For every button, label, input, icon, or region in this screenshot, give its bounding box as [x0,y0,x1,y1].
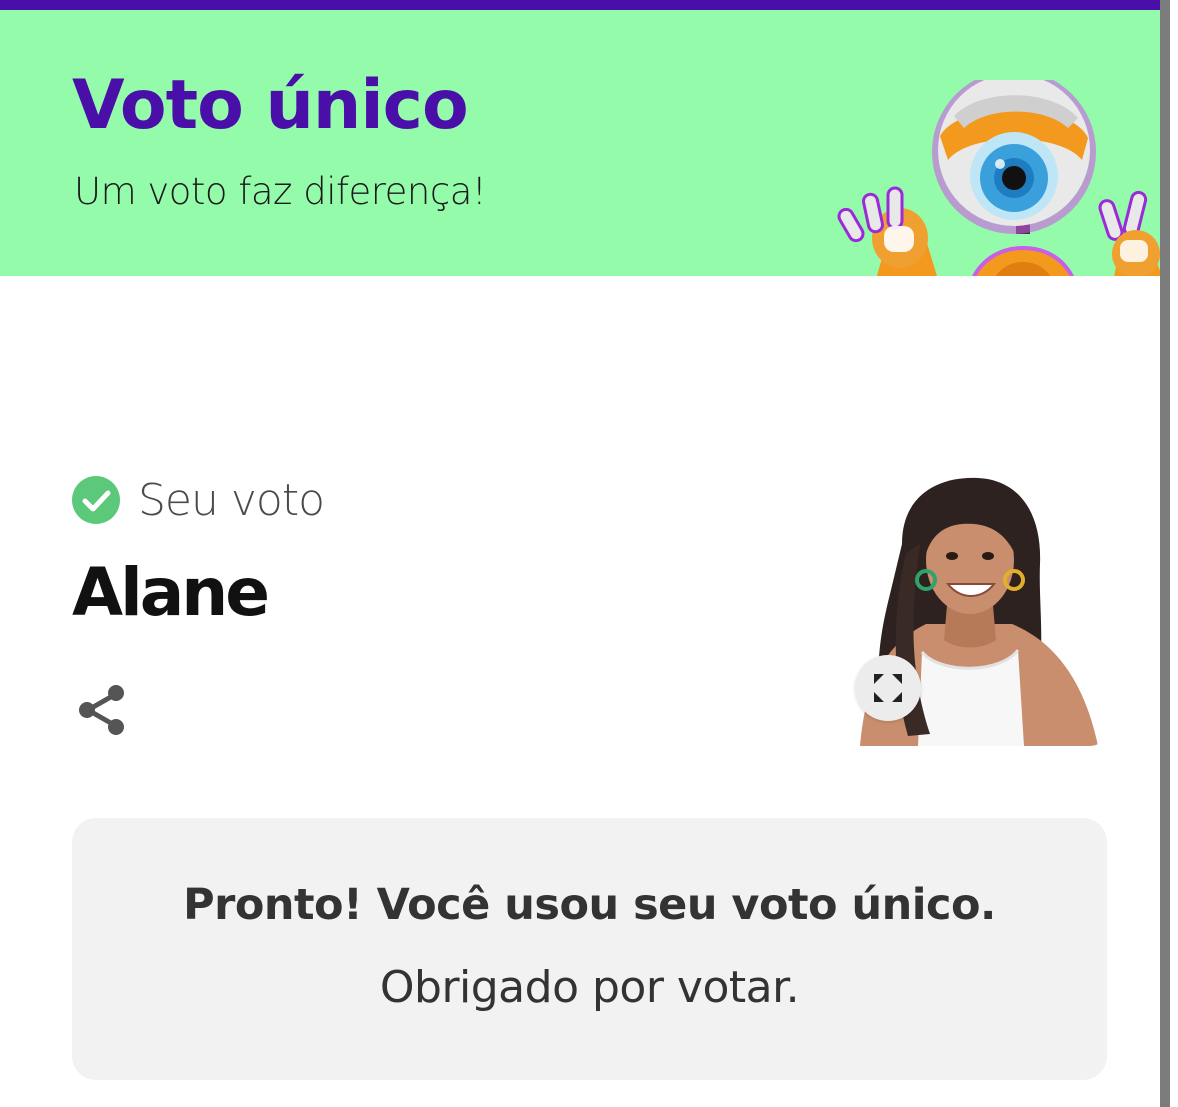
confirmation-title: Pronto! Você usou seu voto único. [183,880,996,930]
candidate-name: Alane [72,554,270,631]
page-subtitle: Um voto faz diferença! [74,170,487,213]
share-button[interactable] [76,682,130,738]
check-circle-icon [72,476,120,524]
scrollbar[interactable] [1160,0,1170,1107]
vote-status: Seu voto [72,474,325,526]
expand-photo-button[interactable] [855,655,921,721]
mascot-robot-icon [837,80,1160,276]
confirmation-message: Obrigado por votar. [379,962,800,1013]
share-icon [79,685,124,735]
vote-confirmation-card: Pronto! Você usou seu voto único. Obriga… [72,818,1107,1080]
page-title: Voto único [72,66,469,145]
vote-status-label: Seu voto [138,474,325,526]
top-accent-bar [0,0,1160,10]
expand-icon [874,674,902,702]
page-header: Voto único Um voto faz diferença! [0,10,1160,276]
